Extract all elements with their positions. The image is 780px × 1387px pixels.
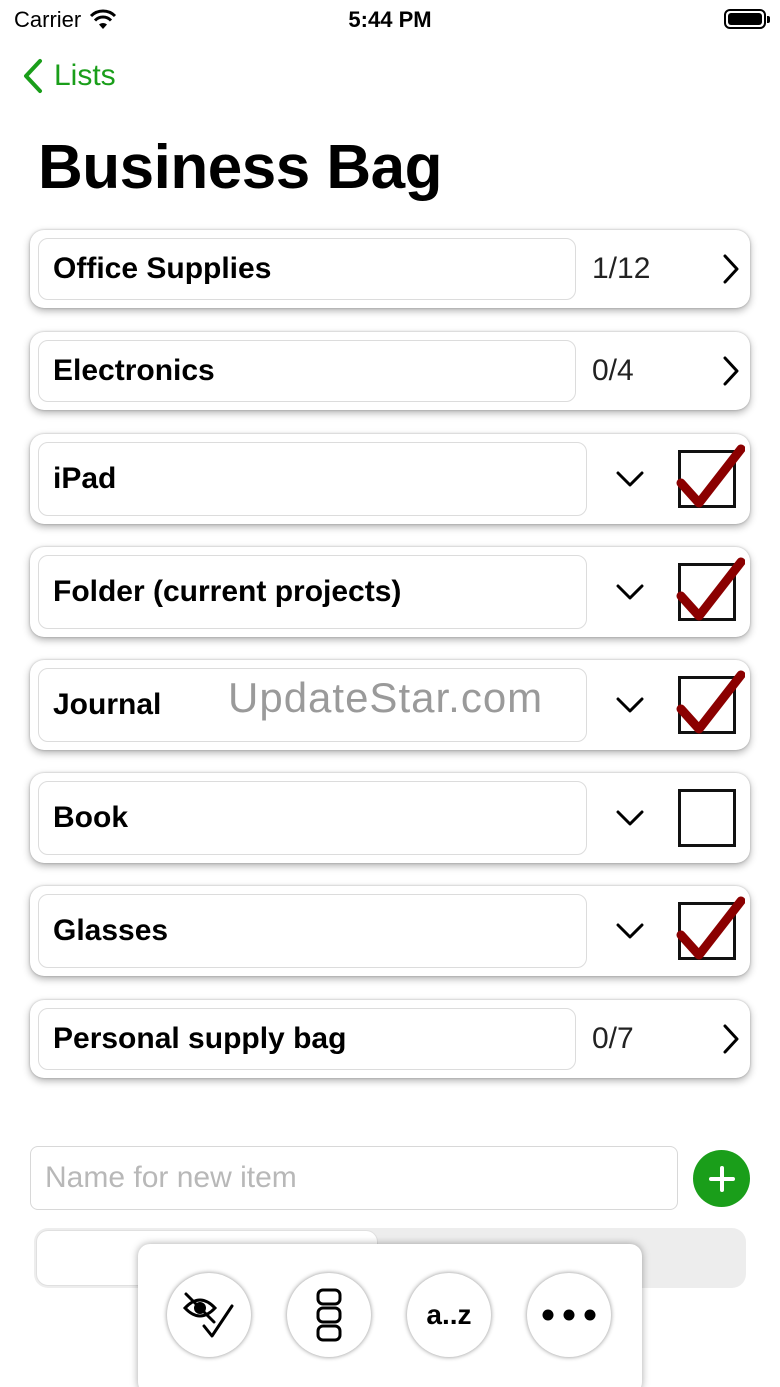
plus-icon	[708, 1165, 735, 1192]
row-count: 0/4	[592, 354, 634, 387]
chevron-down-icon[interactable]	[614, 920, 646, 942]
page-title: Business Bag	[38, 133, 443, 202]
chevron-down-icon[interactable]	[614, 581, 646, 603]
ellipsis-icon	[542, 1309, 596, 1321]
group-row-personal-supply-bag[interactable]: Personal supply bag 0/7	[30, 1000, 750, 1078]
item-row-folder[interactable]: Folder (current projects)	[30, 547, 750, 637]
add-item-button[interactable]	[693, 1150, 750, 1207]
item-checkbox[interactable]	[676, 557, 745, 621]
group-view-button[interactable]	[287, 1273, 371, 1357]
item-checkbox[interactable]	[676, 670, 745, 734]
group-row-office-supplies[interactable]: Office Supplies 1/12	[30, 230, 750, 308]
stacked-blocks-icon	[316, 1288, 342, 1342]
checkmark-icon	[676, 557, 745, 621]
item-row-glasses[interactable]: Glasses	[30, 886, 750, 976]
watermark: UpdateStar.com	[228, 674, 544, 721]
chevron-right-icon[interactable]	[720, 1022, 742, 1056]
sort-button-label: a..z	[426, 1299, 472, 1330]
item-checkbox[interactable]	[676, 896, 745, 960]
chevron-right-icon[interactable]	[720, 252, 742, 286]
checkmark-icon	[676, 670, 745, 734]
more-button[interactable]	[527, 1273, 611, 1357]
chevron-right-icon[interactable]	[720, 354, 742, 388]
chevron-down-icon[interactable]	[614, 694, 646, 716]
row-name[interactable]: Personal supply bag	[38, 1008, 576, 1070]
back-button-label: Lists	[54, 59, 116, 92]
row-count: 0/7	[592, 1022, 634, 1055]
checkmark-icon	[676, 444, 745, 508]
chevron-down-icon[interactable]	[614, 807, 646, 829]
new-item-input[interactable]	[30, 1146, 678, 1210]
checkmark-icon	[676, 896, 745, 960]
item-checkbox[interactable]	[676, 444, 745, 508]
item-row-book[interactable]: Book	[30, 773, 750, 863]
chevron-down-icon[interactable]	[614, 468, 646, 490]
row-name[interactable]: Electronics	[38, 340, 576, 402]
item-row-ipad[interactable]: iPad	[30, 434, 750, 524]
row-name[interactable]: iPad	[38, 442, 587, 516]
chevron-left-icon	[24, 59, 42, 93]
row-name[interactable]: Folder (current projects)	[38, 555, 587, 629]
status-time: 5:44 PM	[348, 7, 432, 32]
battery-icon	[724, 9, 770, 29]
group-row-electronics[interactable]: Electronics 0/4	[30, 332, 750, 410]
row-name[interactable]: Office Supplies	[38, 238, 576, 300]
row-name[interactable]: Glasses	[38, 894, 587, 968]
status-bar: Carrier 5:44 PM	[0, 0, 780, 44]
bottom-toolbar: a..z	[138, 1244, 642, 1387]
item-checkbox[interactable]	[678, 789, 736, 847]
hide-checked-button[interactable]	[167, 1273, 251, 1357]
sort-button[interactable]: a..z	[407, 1273, 491, 1357]
eye-slash-check-icon	[182, 1292, 234, 1338]
row-name[interactable]: Book	[38, 781, 587, 855]
row-count: 1/12	[592, 252, 651, 285]
back-button[interactable]: Lists	[22, 58, 116, 94]
